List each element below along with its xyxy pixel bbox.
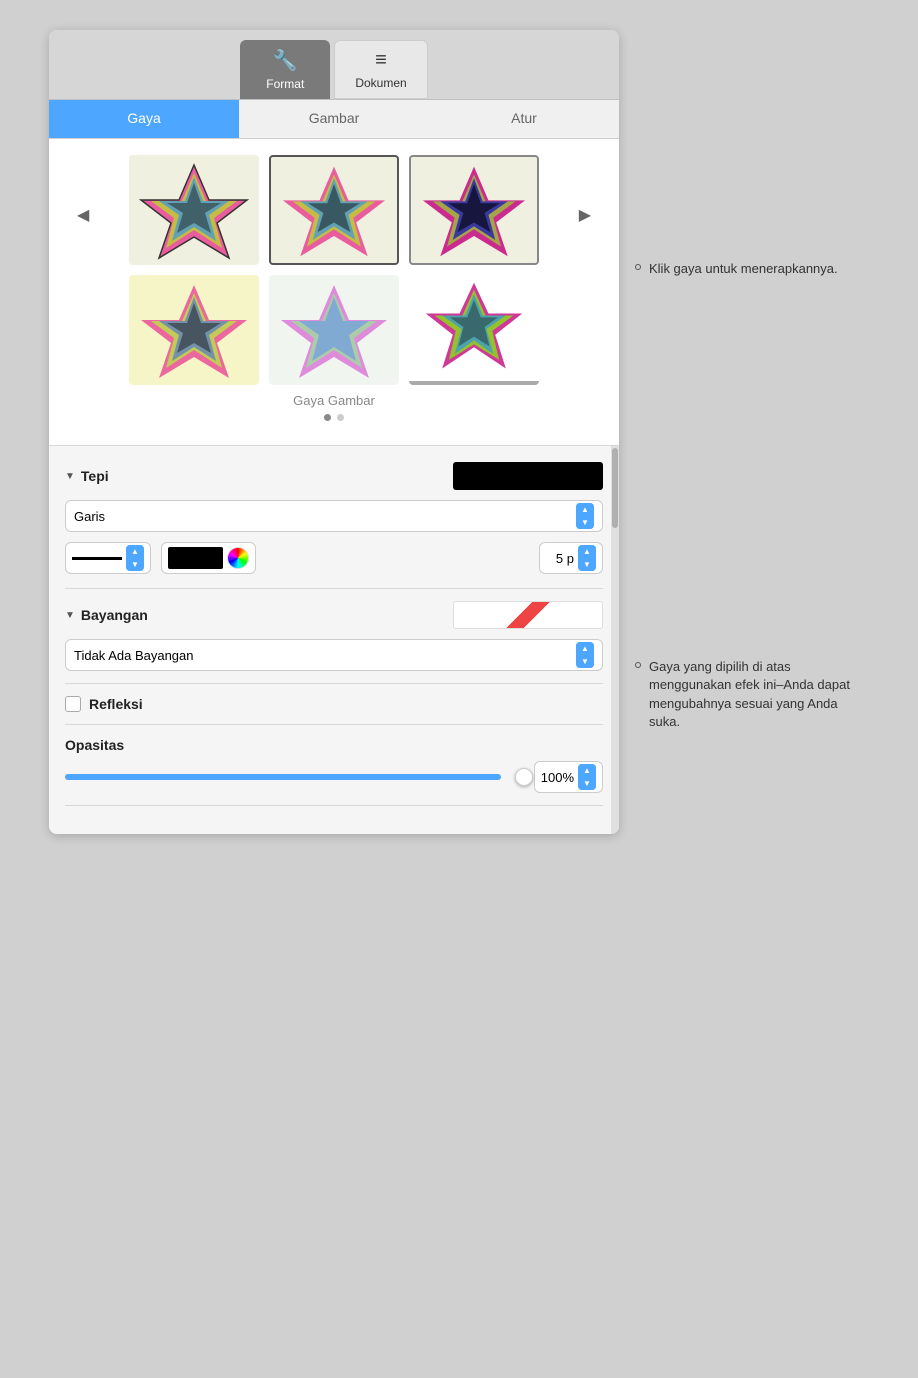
opacity-value: 100% (541, 770, 574, 785)
shadow-type-row: Tidak Ada Bayangan ▲ ▼ (65, 639, 603, 671)
scrollbar[interactable] (611, 446, 619, 834)
nav-row: ◀ (65, 155, 603, 275)
dokumen-label: Dokumen (355, 76, 406, 90)
bayangan-triangle: ▼ (65, 610, 75, 621)
tab-gaya[interactable]: Gaya (49, 100, 239, 138)
format-button[interactable]: 🔧 Format (240, 40, 330, 99)
image-grid-row2 (65, 275, 603, 385)
scrollbar-thumb[interactable] (612, 448, 618, 528)
border-size-value: 5 p (546, 551, 574, 566)
callout-2-connector (635, 662, 641, 668)
settings-section: ▼ Tepi Garis ▲ ▼ ▲ (49, 445, 619, 834)
style-thumb-6[interactable] (409, 275, 539, 385)
callout-2-text: Gaya yang dipilih di atas menggunakan ef… (649, 658, 869, 731)
color-wheel-icon[interactable] (227, 547, 249, 569)
refleksi-label: Refleksi (89, 696, 143, 712)
border-preview (453, 462, 603, 490)
next-arrow[interactable]: ▶ (571, 201, 599, 229)
opacity-slider-fill (65, 774, 501, 780)
stepper-up-2[interactable]: ▲ (126, 545, 144, 558)
border-size-control[interactable]: 5 p ▲ ▼ (539, 542, 603, 574)
style-thumb-1[interactable] (129, 155, 259, 265)
stepper-down[interactable]: ▼ (576, 516, 594, 529)
stepper-down-5[interactable]: ▼ (578, 777, 596, 790)
dokumen-button[interactable]: ≡ Dokumen (334, 40, 427, 99)
dot-2 (337, 414, 344, 421)
stepper-up-3[interactable]: ▲ (578, 545, 596, 558)
bayangan-header: ▼ Bayangan (65, 601, 603, 629)
opacity-value-control[interactable]: 100% ▲ ▼ (534, 761, 603, 793)
callout-1-dot (635, 264, 641, 270)
stepper-up-5[interactable]: ▲ (578, 764, 596, 777)
dot-1 (324, 414, 331, 421)
style-thumb-3[interactable] (409, 155, 539, 265)
format-icon: 🔧 (273, 48, 298, 73)
size-stepper[interactable]: ▲ ▼ (578, 545, 596, 571)
opacity-slider-thumb[interactable] (515, 768, 533, 786)
style-thumb-4[interactable] (129, 275, 259, 385)
toolbar: 🔧 Format ≡ Dokumen (49, 30, 619, 100)
format-label: Format (266, 77, 304, 91)
border-controls-row: ▲ ▼ 5 p ▲ ▼ (65, 542, 603, 574)
color-picker[interactable] (161, 542, 256, 574)
style-thumb-5[interactable] (269, 275, 399, 385)
tab-atur[interactable]: Atur (429, 100, 619, 138)
opasitas-row: 100% ▲ ▼ (65, 761, 603, 793)
border-type-select[interactable]: Garis ▲ ▼ (65, 500, 603, 532)
prev-arrow[interactable]: ◀ (69, 201, 97, 229)
color-swatch (168, 547, 223, 569)
bayangan-title: ▼ Bayangan (65, 607, 148, 623)
styles-section: ◀ (49, 139, 619, 445)
stepper-up-4[interactable]: ▲ (576, 642, 594, 655)
dokumen-icon: ≡ (375, 49, 387, 72)
divider-1 (65, 588, 603, 589)
callout-1-connector (635, 264, 641, 270)
line-indicator (72, 557, 122, 560)
style-thumb-2[interactable] (269, 155, 399, 265)
opasitas-title: Opasitas (65, 737, 603, 753)
shadow-type-select[interactable]: Tidak Ada Bayangan ▲ ▼ (65, 639, 603, 671)
tepi-title: ▼ Tepi (65, 468, 109, 484)
stepper-down-2[interactable]: ▼ (126, 558, 144, 571)
page-dots (65, 414, 603, 421)
callout-2: Gaya yang dipilih di atas menggunakan ef… (635, 658, 869, 731)
divider-4 (65, 805, 603, 806)
line-stepper[interactable]: ▲ ▼ (126, 545, 144, 571)
refleksi-checkbox[interactable] (65, 696, 81, 712)
border-type-row: Garis ▲ ▼ (65, 500, 603, 532)
styles-label: Gaya Gambar (65, 393, 603, 408)
divider-2 (65, 683, 603, 684)
stepper-down-3[interactable]: ▼ (578, 558, 596, 571)
line-style-select[interactable]: ▲ ▼ (65, 542, 151, 574)
tab-gambar[interactable]: Gambar (239, 100, 429, 138)
annotations-column: Klik gaya untuk menerapkannya. Gaya yang… (635, 30, 869, 731)
shadow-preview (453, 601, 603, 629)
stepper-up[interactable]: ▲ (576, 503, 594, 516)
shadow-stepper[interactable]: ▲ ▼ (576, 642, 594, 668)
tepi-header: ▼ Tepi (65, 462, 603, 490)
image-grid-row1 (129, 155, 539, 265)
border-type-stepper[interactable]: ▲ ▼ (576, 503, 594, 529)
opacity-stepper[interactable]: ▲ ▼ (578, 764, 596, 790)
divider-3 (65, 724, 603, 725)
callout-1-text: Klik gaya untuk menerapkannya. (649, 260, 838, 278)
tepi-triangle: ▼ (65, 471, 75, 482)
callout-1: Klik gaya untuk menerapkannya. (635, 260, 869, 278)
refleksi-row: Refleksi (65, 696, 603, 712)
tab-bar: Gaya Gambar Atur (49, 100, 619, 139)
stepper-down-4[interactable]: ▼ (576, 655, 594, 668)
callout-2-dot (635, 662, 641, 668)
opacity-slider-track[interactable] (65, 774, 524, 780)
